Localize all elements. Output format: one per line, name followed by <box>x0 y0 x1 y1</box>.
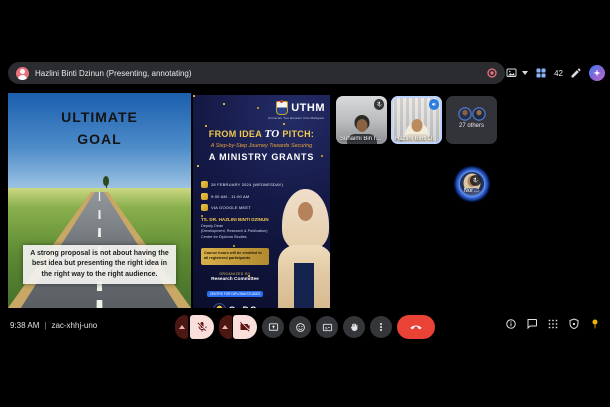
event-venue: VIA GOOGLE MEET <box>211 205 251 210</box>
activities-icon[interactable] <box>547 318 559 330</box>
topbar-icons: 42 <box>486 62 605 84</box>
speaker-face <box>298 202 313 221</box>
record-icon[interactable] <box>486 67 498 79</box>
mic-control-group <box>175 315 214 339</box>
participant-tile[interactable]: Suhaimi Bin Ismail <box>336 96 387 144</box>
panel-icons <box>505 318 601 330</box>
poster-subtitle: A Step-by-Step Journey Towards Securing <box>196 143 327 149</box>
presenter-bar[interactable]: Hazlini Binti Dzinun (Presenting, annota… <box>8 62 505 84</box>
clock-time: 9:38 AM <box>10 321 39 330</box>
captions-button[interactable] <box>316 316 338 338</box>
mic-muted-icon <box>374 99 385 110</box>
grid-view-icon[interactable] <box>535 67 547 79</box>
speaker-vest <box>294 263 314 308</box>
event-time: 9:00 AM - 11:00 AM <box>211 194 249 199</box>
uthm-logo-text: UTHM <box>291 102 325 114</box>
mic-options-button[interactable] <box>175 315 188 339</box>
participant-name: Norhaliza Binti A... <box>464 188 481 194</box>
poster-title: FROM IDEA TO PITCH: A Step-by-Step Journ… <box>196 128 327 162</box>
participant-grid: Suhaimi Bin Ismail <box>336 96 607 297</box>
others-avatars <box>459 109 484 120</box>
clock-icon <box>201 193 208 200</box>
chat-icon[interactable] <box>526 318 538 330</box>
slide-caption: A strong proposal is not about having th… <box>23 245 177 285</box>
end-call-button[interactable] <box>397 315 435 339</box>
presenter-label: Hazlini Binti Dzinun (Presenting, annota… <box>35 69 192 78</box>
presenter-avatar <box>16 67 29 80</box>
raise-hand-button[interactable] <box>343 316 365 338</box>
mic-mute-button[interactable] <box>190 315 214 339</box>
chevron-down-icon[interactable] <box>522 71 528 75</box>
audio-indicator-icon <box>429 99 440 110</box>
tree <box>102 176 110 188</box>
ceds-logo-text: CeDS <box>229 305 258 309</box>
poster-title2: A MINISTRY GRANTS <box>196 152 327 162</box>
more-options-button[interactable] <box>370 316 392 338</box>
poster-speaker: TS. DR. HAZLINI BINTI DZINUN Deputy Dean… <box>201 217 271 241</box>
participant-tile[interactable]: 27 others 27 others <box>446 96 497 144</box>
gemini-icon[interactable] <box>589 65 605 81</box>
camera-off-button[interactable] <box>233 315 257 339</box>
camera-control-group <box>219 315 258 339</box>
meet-window: Hazlini Binti Dzinun (Presenting, annota… <box>0 0 610 407</box>
participant-tile[interactable]: Norhaliza Binti A... <box>460 172 484 196</box>
annotate-pen-icon[interactable] <box>570 67 582 79</box>
uthm-logo: UTHM <box>276 101 325 115</box>
meeting-code: zac-xhhj-uno <box>51 321 97 330</box>
host-controls-icon[interactable] <box>568 318 580 330</box>
speaker-name: TS. DR. HAZLINI BINTI DZINUN <box>201 217 271 222</box>
reactions-button[interactable] <box>289 316 311 338</box>
mic-muted-icon <box>470 175 481 186</box>
slide-title: ULTIMATE GOAL <box>8 107 191 150</box>
participant-name: Suhaimi Bin Ismail <box>340 136 384 142</box>
participant-count-badge: 42 <box>554 69 563 78</box>
present-button[interactable] <box>262 316 284 338</box>
uthm-tagline: Universiti Tun Hussein Onn Malaysia <box>268 116 324 120</box>
annotation-marker-icon[interactable] <box>589 318 601 330</box>
poster-note: Course hours will be credited to all reg… <box>201 248 269 265</box>
event-date: 28 FEBRUARY 2024 (WEDNESDAY) <box>211 182 283 187</box>
call-controls <box>175 315 435 339</box>
meeting-info: 9:38 AM | zac-xhhj-uno <box>10 321 97 330</box>
poster-details: 28 FEBRUARY 2024 (WEDNESDAY) 9:00 AM - 1… <box>201 181 275 211</box>
calendar-icon <box>201 181 208 188</box>
meet-icon <box>201 204 208 211</box>
background-effects-icon[interactable] <box>505 67 518 79</box>
poster-organizer: ORGANIZED BY Research Committee CENTRE F… <box>197 272 273 308</box>
ceds-logo-icon <box>213 303 226 308</box>
participant-name: Hazlini Binti Dzinun <box>395 136 439 142</box>
meeting-details-icon[interactable] <box>505 318 517 330</box>
screen-share-slide-road: ULTIMATE GOAL A strong proposal is not a… <box>8 93 191 308</box>
uthm-shield-icon <box>276 101 288 115</box>
others-count-label: 27 others <box>446 123 497 129</box>
participant-tile[interactable]: Hazlini Binti Dzinun <box>391 96 442 144</box>
screen-share-slide-poster: UTHM Universiti Tun Hussein Onn Malaysia… <box>193 95 330 308</box>
camera-options-button[interactable] <box>219 315 232 339</box>
